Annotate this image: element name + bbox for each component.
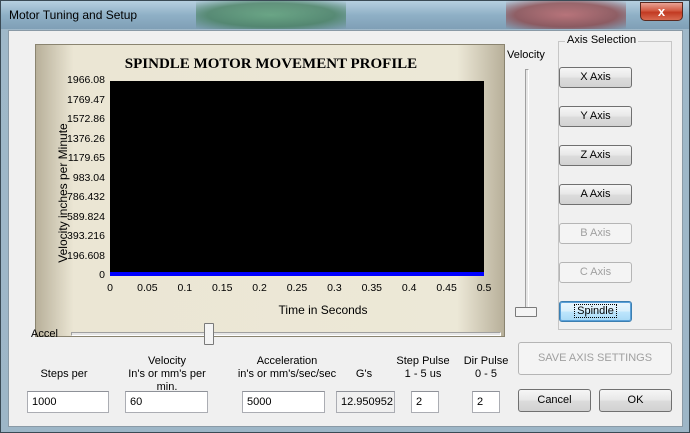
x-tick-label: 0.15 bbox=[211, 282, 233, 294]
velocity-slider-thumb[interactable] bbox=[515, 307, 537, 317]
acceleration-label: Acceleration bbox=[256, 355, 318, 367]
ok-button[interactable]: OK bbox=[599, 389, 672, 412]
accel-slider-track[interactable] bbox=[71, 332, 501, 336]
x-tick-label: 0.5 bbox=[476, 282, 492, 294]
y-tick-label: 393.216 bbox=[67, 230, 105, 242]
motor-tuning-window: Motor Tuning and Setup x SPINDLE MOTOR M… bbox=[0, 0, 690, 433]
acceleration-input[interactable]: 5000 bbox=[242, 391, 325, 413]
movement-profile-chart: SPINDLE MOTOR MOVEMENT PROFILE Velocity … bbox=[35, 44, 505, 337]
velocity-slider-label: Velocity bbox=[507, 49, 545, 61]
x-tick-label: 0.4 bbox=[401, 282, 417, 294]
dir-pulse-label: Dir Pulse bbox=[463, 355, 509, 367]
x-tick-label: 0.05 bbox=[137, 282, 158, 294]
window-title: Motor Tuning and Setup bbox=[9, 8, 138, 22]
y-tick-label: 1376.26 bbox=[67, 132, 105, 145]
y-tick-label: 0 bbox=[99, 269, 105, 281]
y-axis-button[interactable]: Y Axis bbox=[559, 106, 632, 127]
plot-area bbox=[110, 81, 484, 276]
a-axis-button[interactable]: A Axis bbox=[559, 184, 632, 205]
x-tick-label: 0.1 bbox=[177, 282, 193, 294]
acceleration-units-label: in's or mm's/sec/sec bbox=[237, 368, 337, 380]
x-tick-label: 0 bbox=[107, 282, 113, 294]
x-tick-label: 0.3 bbox=[327, 282, 342, 294]
step-pulse-input[interactable]: 2 bbox=[411, 391, 439, 413]
chart-title: SPINDLE MOTOR MOVEMENT PROFILE bbox=[124, 56, 418, 72]
gs-label: G's bbox=[355, 368, 373, 380]
plot-svg bbox=[110, 272, 484, 276]
background-red-glow bbox=[506, 1, 626, 29]
velocity-input[interactable]: 60 bbox=[125, 391, 208, 413]
x-axis-label: Time in Seconds bbox=[278, 303, 368, 317]
dir-pulse-input[interactable]: 2 bbox=[472, 391, 500, 413]
dialog-client-area: SPINDLE MOTOR MOVEMENT PROFILE Velocity … bbox=[8, 30, 683, 427]
z-axis-button[interactable]: Z Axis bbox=[559, 145, 632, 166]
gs-output: 12.950952 bbox=[336, 391, 395, 413]
axis-selection-label: Axis Selection bbox=[565, 34, 639, 46]
save-axis-settings-button[interactable]: SAVE AXIS SETTINGS bbox=[518, 342, 672, 375]
steps-per-label: Steps per bbox=[40, 368, 88, 380]
y-tick-label: 589.824 bbox=[67, 210, 105, 223]
x-tick-label: 0.45 bbox=[436, 282, 457, 294]
b-axis-button[interactable]: B Axis bbox=[559, 223, 632, 244]
close-icon[interactable]: x bbox=[640, 2, 683, 21]
y-tick-label: 196.608 bbox=[67, 249, 105, 262]
x-axis-button[interactable]: X Axis bbox=[559, 67, 632, 88]
accel-slider-label: Accel bbox=[31, 328, 58, 340]
background-green-glow bbox=[196, 1, 346, 29]
step-pulse-label: Step Pulse bbox=[396, 355, 450, 367]
y-tick-label: 983.04 bbox=[72, 171, 105, 184]
accel-slider-thumb[interactable] bbox=[204, 323, 214, 345]
step-pulse-range-label: 1 - 5 us bbox=[404, 368, 442, 380]
velocity-slider-track[interactable] bbox=[525, 69, 529, 315]
x-tick-label: 0.35 bbox=[361, 282, 383, 294]
y-tick-label: 1179.65 bbox=[67, 152, 105, 164]
spindle-button-label: Spindle bbox=[574, 304, 617, 318]
x-tick-label: 0.2 bbox=[252, 282, 267, 294]
velocity-label: Velocity bbox=[148, 355, 186, 367]
y-tick-label: 1769.47 bbox=[67, 93, 105, 106]
cancel-button[interactable]: Cancel bbox=[518, 389, 591, 412]
x-tick-label: 0.25 bbox=[286, 282, 308, 294]
dir-pulse-range-label: 0 - 5 bbox=[474, 368, 497, 380]
title-bar[interactable]: Motor Tuning and Setup x bbox=[1, 1, 689, 29]
y-tick-label: 1572.86 bbox=[67, 113, 105, 125]
steps-per-input[interactable]: 1000 bbox=[27, 391, 109, 413]
spindle-button[interactable]: Spindle bbox=[559, 301, 632, 322]
c-axis-button[interactable]: C Axis bbox=[559, 262, 632, 283]
y-tick-label: 786.432 bbox=[67, 191, 105, 203]
y-tick-label: 1966.08 bbox=[67, 74, 105, 86]
